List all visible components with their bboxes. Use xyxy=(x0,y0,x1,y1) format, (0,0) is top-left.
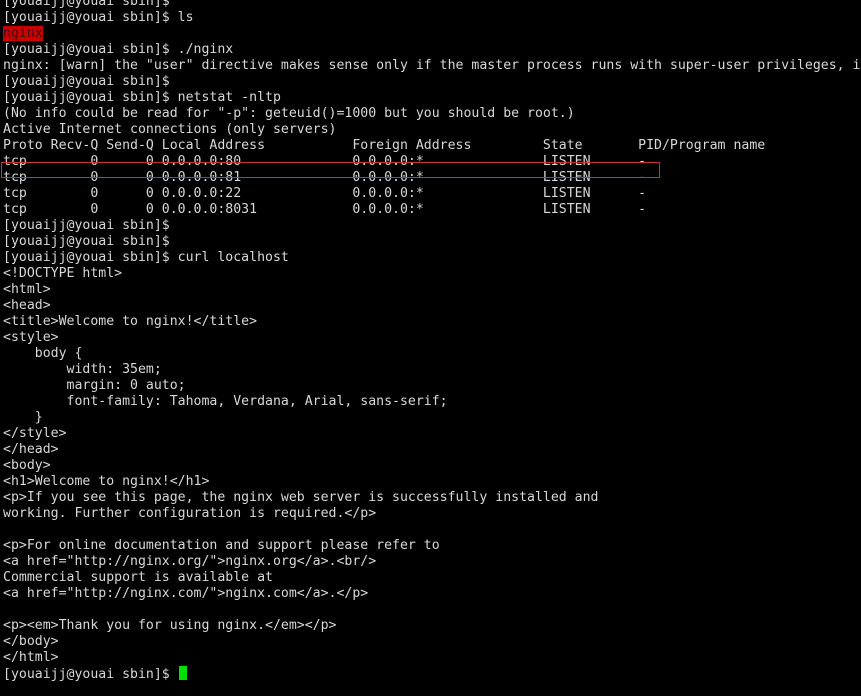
netstat-row-port-81: tcp 0 0 0.0.0.0:81 0.0.0.0:* LISTEN - xyxy=(3,170,647,185)
terminal-line: <p>If you see this page, the nginx web s… xyxy=(3,490,599,505)
terminal-line: Active Internet connections (only server… xyxy=(3,122,337,137)
terminal-line: <h1>Welcome to nginx!</h1> xyxy=(3,474,210,489)
terminal-line: <p>For online documentation and support … xyxy=(3,538,440,553)
terminal-window[interactable]: [youaijj@youai sbin]$ [youaijj@youai sbi… xyxy=(0,0,861,696)
terminal-line: [youaijj@youai sbin]$ xyxy=(3,218,170,233)
netstat-row-port-22: tcp 0 0 0.0.0.0:22 0.0.0.0:* LISTEN - xyxy=(3,186,647,201)
terminal-line: <a href="http://nginx.com/">nginx.com</a… xyxy=(3,586,369,601)
terminal-line: [youaijj@youai sbin]$ netstat -nltp xyxy=(3,90,281,105)
terminal-line: </style> xyxy=(3,426,67,441)
terminal-line: margin: 0 auto; xyxy=(3,378,186,393)
terminal-output: [youaijj@youai sbin]$ [youaijj@youai sbi… xyxy=(3,0,861,682)
terminal-line: [youaijj@youai sbin]$ ls xyxy=(3,10,194,25)
terminal-line: [youaijj@youai sbin]$ xyxy=(3,0,170,9)
terminal-line: </html> xyxy=(3,650,59,665)
text-cursor xyxy=(178,666,187,680)
terminal-line: <html> xyxy=(3,282,51,297)
terminal-line: } xyxy=(3,410,43,425)
terminal-line: [youaijj@youai sbin]$ xyxy=(3,234,170,249)
terminal-line: <head> xyxy=(3,298,51,313)
terminal-line: [youaijj@youai sbin]$ xyxy=(3,74,170,89)
terminal-line: [youaijj@youai sbin]$ curl localhost xyxy=(3,250,289,265)
netstat-row-port-80: tcp 0 0 0.0.0.0:80 0.0.0.0:* LISTEN - xyxy=(3,154,647,169)
terminal-line: body { xyxy=(3,346,83,361)
terminal-line: </body> xyxy=(3,634,59,649)
terminal-line: <a href="http://nginx.org/">nginx.org</a… xyxy=(3,554,377,569)
netstat-header-row: Proto Recv-Q Send-Q Local Address Foreig… xyxy=(3,138,766,153)
terminal-line: width: 35em; xyxy=(3,362,162,377)
terminal-line: </head> xyxy=(3,442,59,457)
terminal-line: (No info could be read for "-p": geteuid… xyxy=(3,106,575,121)
terminal-line: <style> xyxy=(3,330,59,345)
ls-result-nginx: nginx xyxy=(3,26,43,41)
terminal-prompt-line[interactable]: [youaijj@youai sbin]$ xyxy=(3,666,861,682)
terminal-line: nginx: [warn] the "user" directive makes… xyxy=(3,58,861,73)
terminal-prompt: [youaijj@youai sbin]$ xyxy=(3,667,178,682)
terminal-line: <body> xyxy=(3,458,51,473)
terminal-line: [youaijj@youai sbin]$ ./nginx xyxy=(3,42,234,57)
terminal-line: Commercial support is available at xyxy=(3,570,273,585)
terminal-line: nginx xyxy=(3,26,861,42)
terminal-line: <!DOCTYPE html> xyxy=(3,266,123,281)
terminal-line: <title>Welcome to nginx!</title> xyxy=(3,314,258,329)
terminal-line: <p><em>Thank you for using nginx.</em></… xyxy=(3,618,337,633)
terminal-line: font-family: Tahoma, Verdana, Arial, san… xyxy=(3,394,448,409)
terminal-line: working. Further configuration is requir… xyxy=(3,506,377,521)
netstat-row-port-8031: tcp 0 0 0.0.0.0:8031 0.0.0.0:* LISTEN - xyxy=(3,202,647,217)
